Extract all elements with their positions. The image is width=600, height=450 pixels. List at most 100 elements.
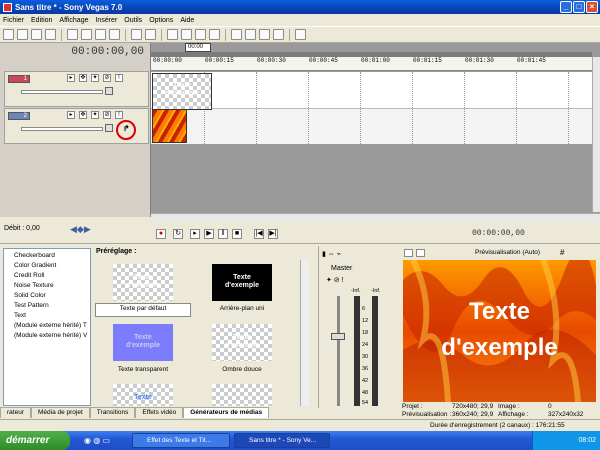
pause-button[interactable]: ‖ bbox=[218, 229, 228, 239]
grid-icon[interactable]: # bbox=[560, 248, 564, 257]
play-from-start-button[interactable]: ▸ bbox=[190, 229, 200, 239]
text-media-clip[interactable]: Texte d'exemple bbox=[152, 73, 212, 110]
preset-label-soft-shadow[interactable]: Ombre douce bbox=[194, 366, 290, 373]
preset-label-default[interactable]: Texte par défaut bbox=[95, 305, 191, 312]
menu-outils[interactable]: Outils bbox=[124, 17, 142, 24]
timeline-vertical-scrollbar[interactable] bbox=[592, 57, 600, 212]
close-button[interactable]: × bbox=[586, 1, 598, 13]
render-icon[interactable] bbox=[167, 29, 178, 40]
track-lane-2[interactable] bbox=[151, 108, 592, 144]
app-icon bbox=[3, 2, 12, 12]
preset-scrollbar[interactable] bbox=[300, 260, 309, 406]
save-icon[interactable] bbox=[31, 29, 42, 40]
preset-thumb-transparent[interactable]: Texte d'exemple bbox=[113, 324, 173, 361]
envelope-tool-icon[interactable] bbox=[245, 29, 256, 40]
list-item[interactable]: (Module externe hérité) T bbox=[14, 322, 87, 329]
track-level-slider[interactable] bbox=[21, 127, 103, 131]
paste-icon[interactable] bbox=[95, 29, 106, 40]
timeline-horizontal-scrollbar[interactable] bbox=[151, 213, 600, 222]
mute-icon[interactable]: ⊘ bbox=[103, 111, 111, 119]
auto-crossfade-icon[interactable] bbox=[209, 29, 220, 40]
taskbar-item-browser[interactable]: Effet des Texte et Tit... bbox=[132, 433, 230, 448]
go-to-end-button[interactable]: ▶| bbox=[268, 229, 278, 239]
composite-mode-icon[interactable]: ✥ bbox=[79, 74, 87, 82]
loop-playback-button[interactable]: ↻ bbox=[173, 229, 183, 239]
menu-aide[interactable]: Aide bbox=[180, 17, 194, 24]
new-icon[interactable] bbox=[3, 29, 14, 40]
copy-icon[interactable] bbox=[81, 29, 92, 40]
mute-icon[interactable]: ⊘ bbox=[103, 74, 111, 82]
rate-slider[interactable]: ◀◆▶ bbox=[70, 224, 91, 235]
track-level-slider[interactable] bbox=[21, 90, 103, 94]
stop-button[interactable]: ■ bbox=[232, 229, 242, 239]
list-item[interactable]: (Module externe hérité) V bbox=[14, 332, 87, 339]
list-item[interactable]: Credit Roll bbox=[14, 272, 44, 279]
preset-thumb-partial[interactable]: Texte bbox=[113, 384, 173, 406]
help-icon[interactable] bbox=[295, 29, 306, 40]
list-item[interactable]: Solid Color bbox=[14, 292, 46, 299]
properties-icon[interactable] bbox=[45, 29, 56, 40]
list-item[interactable]: Text bbox=[14, 312, 26, 319]
expand-icon[interactable]: ▸ bbox=[67, 111, 75, 119]
tab-explorer[interactable]: rateur bbox=[0, 407, 31, 418]
slider-handle[interactable] bbox=[105, 87, 113, 95]
list-item[interactable]: Test Pattern bbox=[14, 302, 49, 309]
preset-label-solid-bg[interactable]: Arrière-plan uni bbox=[194, 305, 290, 312]
taskbar-item-vegas[interactable]: Sans titre * - Sony Ve... bbox=[234, 433, 330, 448]
redo-icon[interactable] bbox=[145, 29, 156, 40]
tab-media-generators[interactable]: Générateurs de médias bbox=[183, 407, 270, 418]
preset-label-transparent[interactable]: Texte transparent bbox=[95, 366, 191, 373]
master-fx-icon[interactable]: ✦ ⊘ ! bbox=[326, 276, 344, 284]
track-lane-1[interactable] bbox=[151, 72, 592, 108]
slider-handle[interactable] bbox=[105, 124, 113, 132]
menu-fichier[interactable]: Fichier bbox=[3, 17, 24, 24]
selection-tool-icon[interactable] bbox=[259, 29, 270, 40]
delete-icon[interactable] bbox=[109, 29, 120, 40]
snap-icon[interactable] bbox=[195, 29, 206, 40]
track-header-video-2[interactable]: 2 ▸ ✥ ✦ ⊘ ! ↱ bbox=[4, 108, 149, 144]
menu-inserer[interactable]: Insérer bbox=[95, 17, 117, 24]
preset-thumb-soft-shadow[interactable]: Texte d'exemple bbox=[212, 324, 272, 361]
go-to-start-button[interactable]: |◀ bbox=[254, 229, 264, 239]
composite-mode-icon[interactable]: ✥ bbox=[79, 111, 87, 119]
start-button[interactable]: démarrer bbox=[0, 431, 70, 450]
solo-icon[interactable]: ! bbox=[115, 111, 123, 119]
cursor-position-label: 00:00 bbox=[185, 43, 211, 52]
normal-edit-tool-icon[interactable] bbox=[231, 29, 242, 40]
cut-icon[interactable] bbox=[67, 29, 78, 40]
solo-icon[interactable]: ! bbox=[115, 74, 123, 82]
tab-transitions[interactable]: Transitions bbox=[89, 407, 136, 418]
open-icon[interactable] bbox=[17, 29, 28, 40]
maximize-button[interactable]: □ bbox=[573, 1, 585, 13]
record-button[interactable]: ● bbox=[156, 229, 166, 239]
list-item[interactable]: Checkerboard bbox=[14, 252, 55, 259]
minimize-button[interactable]: _ bbox=[560, 1, 572, 13]
preset-thumb-partial-2[interactable] bbox=[212, 384, 272, 406]
undo-icon[interactable] bbox=[131, 29, 142, 40]
external-monitor-icon[interactable] bbox=[416, 249, 425, 257]
menu-options[interactable]: Options bbox=[149, 17, 173, 24]
play-button[interactable]: ▶ bbox=[204, 229, 214, 239]
menu-affichage[interactable]: Affichage bbox=[59, 17, 88, 24]
track-header-video-1[interactable]: 1 ▸ ✥ ✦ ⊘ ! bbox=[4, 71, 149, 107]
preview-properties-icon[interactable] bbox=[404, 249, 413, 257]
master-fader-handle[interactable] bbox=[331, 333, 345, 340]
preview-quality-dropdown[interactable]: Prévisualisation (Auto) bbox=[475, 249, 540, 256]
list-item[interactable]: Color Gradient bbox=[14, 262, 56, 269]
fire-media-clip[interactable] bbox=[152, 109, 187, 143]
preset-thumb-default[interactable]: Texte d'exemple bbox=[113, 264, 173, 301]
menu-edition[interactable]: Edition bbox=[31, 17, 52, 24]
time-ruler[interactable]: 00:00:00 00:00:15 00:00:30 00:00:45 00:0… bbox=[151, 57, 592, 71]
fx-icon[interactable]: ✦ bbox=[91, 74, 99, 82]
list-item[interactable]: Noise Texture bbox=[14, 282, 54, 289]
fx-icon[interactable]: ✦ bbox=[91, 111, 99, 119]
tab-video-fx[interactable]: Effets vidéo bbox=[135, 407, 184, 418]
expand-icon[interactable]: ▸ bbox=[67, 74, 75, 82]
quick-launch-icons[interactable]: ◉ ◍ ▭ bbox=[84, 436, 110, 445]
tab-project-media[interactable]: Média de projet bbox=[30, 407, 90, 418]
zoom-tool-icon[interactable] bbox=[273, 29, 284, 40]
make-compositing-child-icon[interactable]: ↱ bbox=[123, 124, 130, 133]
preset-thumb-solid-bg[interactable]: Texte d'exemple bbox=[212, 264, 272, 301]
capture-icon[interactable] bbox=[181, 29, 192, 40]
fire-background bbox=[403, 260, 596, 402]
